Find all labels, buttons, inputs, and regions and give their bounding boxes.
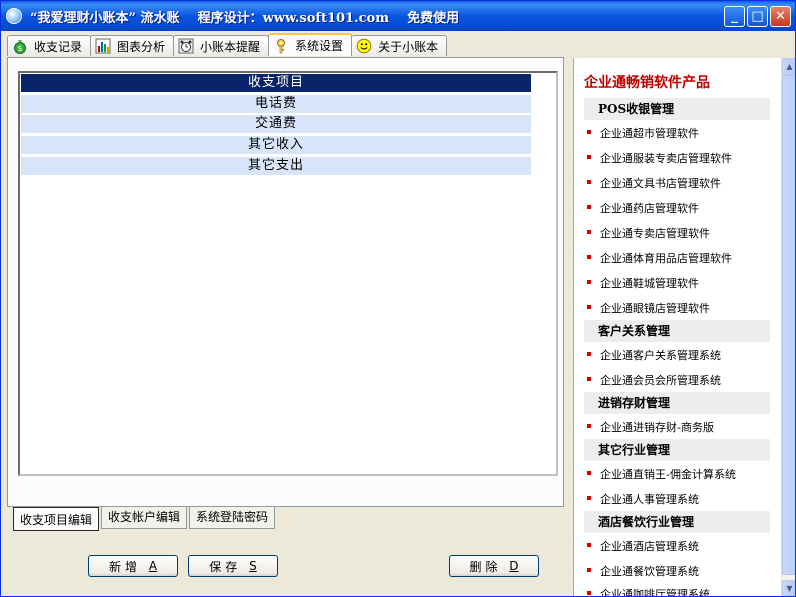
sidebar-link[interactable]: 企业通专卖店管理软件 xyxy=(587,225,710,241)
tab-label: 关于小账本 xyxy=(378,39,439,54)
save-button-label: 保存 xyxy=(209,559,242,574)
add-button[interactable]: 新增 A xyxy=(88,555,178,577)
sidebar-link[interactable]: 企业通进销存财-商务版 xyxy=(587,419,714,435)
sidebar-link[interactable]: 企业通餐饮管理系统 xyxy=(587,563,699,579)
app-icon[interactable] xyxy=(6,8,22,24)
scroll-thumb[interactable] xyxy=(782,75,795,575)
product-ad-sidebar: 企业通畅销软件产品 POS收银管理 企业通超市管理软件 企业通服装专卖店管理软件… xyxy=(573,58,781,596)
add-button-shortcut: A xyxy=(148,559,158,573)
money-bag-icon: $ xyxy=(14,40,26,54)
list-header-row[interactable]: 收支项目 xyxy=(21,74,531,92)
settings-subtabs: 收支项目编辑 收支帐户编辑 系统登陆密码 xyxy=(13,507,277,531)
sidebar-link[interactable]: 企业通直销王-佣金计算系统 xyxy=(587,466,736,482)
list-item[interactable]: 其它支出 xyxy=(21,157,531,175)
title-bar[interactable]: “我爱理财小账本” 流水账 程序设计：www.soft101.com 免费使用 … xyxy=(1,1,795,31)
tab-reminder[interactable]: 小账本提醒 xyxy=(173,35,270,56)
sidebar-category: 酒店餐饮行业管理 xyxy=(584,511,770,533)
add-button-label: 新增 xyxy=(108,559,141,574)
save-button-shortcut: S xyxy=(249,559,257,573)
list-item[interactable]: 电话费 xyxy=(21,95,531,113)
scroll-up-button[interactable]: ▲ xyxy=(782,58,795,75)
maximize-button[interactable]: □ xyxy=(747,6,768,27)
sidebar-scrollbar[interactable]: ▲ ▼ xyxy=(781,58,795,596)
tab-system-settings[interactable]: 系统设置 xyxy=(268,33,353,56)
sidebar-link[interactable]: 企业通眼镜店管理软件 xyxy=(587,300,710,316)
sidebar-link[interactable]: 企业通药店管理软件 xyxy=(587,200,699,216)
alarm-clock-icon xyxy=(178,38,194,54)
sidebar-link[interactable]: 企业通咖啡厅管理系统 xyxy=(587,586,710,596)
bar-chart-icon xyxy=(95,38,111,54)
settings-panel: 收支项目 电话费 交通费 其它收入 其它支出 xyxy=(7,57,564,507)
tab-label: 系统设置 xyxy=(295,39,344,53)
close-button[interactable]: ✕ xyxy=(770,6,791,27)
category-listbox[interactable]: 收支项目 电话费 交通费 其它收入 其它支出 xyxy=(18,71,558,476)
sidebar-link[interactable]: 企业通体育用品店管理软件 xyxy=(587,250,732,266)
sidebar-link[interactable]: 企业通会员会所管理系统 xyxy=(587,372,721,388)
subtab-login-password[interactable]: 系统登陆密码 xyxy=(189,507,276,529)
scroll-down-button[interactable]: ▼ xyxy=(782,580,795,596)
list-item[interactable]: 其它收入 xyxy=(21,136,531,154)
svg-text:$: $ xyxy=(17,44,22,53)
sidebar-link[interactable]: 企业通酒店管理系统 xyxy=(587,538,699,554)
tab-label: 收支记录 xyxy=(34,39,83,54)
main-tabs: $ 收支记录 图表分析 小账本提醒 系统设置 关于小账本 xyxy=(7,33,448,56)
sidebar-link[interactable]: 企业通人事管理系统 xyxy=(587,491,699,507)
tab-income-expense-records[interactable]: $ 收支记录 xyxy=(7,35,92,56)
sidebar-link[interactable]: 企业通服装专卖店管理软件 xyxy=(587,150,732,166)
subtab-account-edit[interactable]: 收支帐户编辑 xyxy=(101,507,188,529)
tab-about[interactable]: 关于小账本 xyxy=(351,35,448,56)
list-item[interactable]: 交通费 xyxy=(21,115,531,133)
sidebar-category: 客户关系管理 xyxy=(584,320,770,342)
window-controls: _ □ ✕ xyxy=(724,6,791,27)
subtab-category-edit[interactable]: 收支项目编辑 xyxy=(13,507,100,531)
window-title: “我爱理财小账本” 流水账 程序设计：www.soft101.com 免费使用 xyxy=(30,10,460,26)
sidebar-category: POS收银管理 xyxy=(584,98,770,120)
sidebar-link[interactable]: 企业通鞋城管理软件 xyxy=(587,275,699,291)
sidebar-category: 其它行业管理 xyxy=(584,439,770,461)
tab-label: 小账本提醒 xyxy=(200,39,261,54)
sidebar-category: 进销存财管理 xyxy=(584,392,770,414)
delete-button-shortcut: D xyxy=(509,559,519,573)
tab-label: 图表分析 xyxy=(117,39,166,54)
key-icon xyxy=(277,38,286,53)
sidebar-link[interactable]: 企业通超市管理软件 xyxy=(587,125,699,141)
delete-button-label: 删除 xyxy=(469,559,502,574)
sidebar-title: 企业通畅销软件产品 xyxy=(584,75,710,91)
sidebar-link[interactable]: 企业通文具书店管理软件 xyxy=(587,175,721,191)
tab-chart-analysis[interactable]: 图表分析 xyxy=(90,35,175,56)
smiley-icon xyxy=(356,38,372,54)
sidebar-link[interactable]: 企业通客户关系管理系统 xyxy=(587,347,721,363)
minimize-button[interactable]: _ xyxy=(724,6,745,27)
delete-button[interactable]: 删除 D xyxy=(449,555,539,577)
save-button[interactable]: 保存 S xyxy=(188,555,278,577)
app-window: “我爱理财小账本” 流水账 程序设计：www.soft101.com 免费使用 … xyxy=(0,0,796,597)
